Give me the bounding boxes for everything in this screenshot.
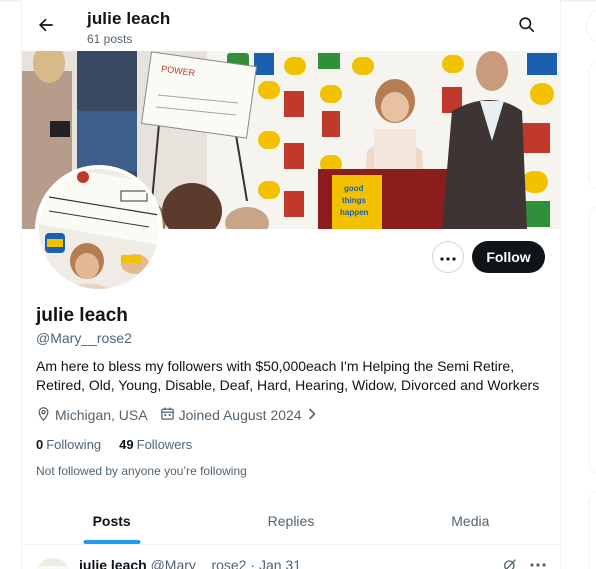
sidebar-card: [588, 60, 596, 190]
header-display-name: julie leach: [87, 9, 171, 28]
svg-text:good: good: [344, 184, 364, 193]
more-icon[interactable]: [530, 563, 546, 567]
tab-label: Replies: [267, 512, 315, 529]
avatar-photo: [39, 169, 159, 289]
podium: good things happen: [318, 169, 448, 229]
grok-icon[interactable]: [502, 557, 518, 569]
followers-label: Followers: [136, 437, 193, 452]
profile-avatar[interactable]: [35, 165, 163, 293]
back-button[interactable]: [32, 13, 60, 41]
post-date[interactable]: Jan 31: [259, 557, 301, 569]
sidebar-card: [588, 490, 596, 569]
follow-stats: 0 Following 49 Followers: [36, 437, 210, 452]
location-pin-icon: [36, 406, 55, 425]
tab-replies[interactable]: Replies: [201, 497, 380, 544]
profile-bio: Am here to bless my followers with $50,0…: [36, 358, 540, 393]
followers-count: 49: [119, 437, 134, 452]
active-tab-indicator: [83, 540, 141, 544]
post-actions: [490, 557, 546, 569]
post-separator: ·: [246, 557, 259, 569]
profile-handle: @Mary__rose2: [36, 330, 132, 346]
profile-tabs: Posts Replies Media: [22, 497, 560, 545]
more-options-button[interactable]: [432, 241, 464, 273]
location-text: Michigan, USA: [55, 407, 148, 423]
tab-media[interactable]: Media: [381, 497, 560, 544]
calendar-icon: [160, 406, 179, 424]
profile-location: Michigan, USA: [36, 406, 148, 425]
sidebar-search-box[interactable]: [586, 8, 596, 44]
post-item[interactable]: julie leach @Mary__rose2 · Jan 31: [22, 546, 560, 569]
followers-link[interactable]: 49 Followers: [119, 437, 192, 452]
profile-joined[interactable]: Joined August 2024: [160, 406, 320, 424]
following-label: Following: [46, 437, 102, 452]
profile-display-name: julie leach: [36, 305, 128, 326]
following-count: 0: [36, 437, 44, 452]
post-author-name[interactable]: julie leach: [79, 557, 147, 569]
chevron-right-icon: [308, 407, 320, 423]
tab-label: Posts: [92, 512, 131, 529]
post-author-handle[interactable]: @Mary__rose2: [151, 557, 247, 569]
svg-text:happen: happen: [340, 208, 369, 217]
profile-meta: Michigan, USA Joined August 2024: [36, 405, 332, 425]
tab-posts[interactable]: Posts: [22, 497, 201, 544]
more-icon: [440, 248, 456, 266]
follow-button[interactable]: Follow: [472, 241, 545, 273]
svg-text:things: things: [342, 196, 367, 205]
sidebar-card: [588, 205, 596, 475]
post-header: julie leach @Mary__rose2 · Jan 31: [79, 557, 301, 569]
followed-by-note: Not followed by anyone you’re following: [36, 464, 247, 478]
arrow-left-icon: [36, 15, 56, 40]
search-icon: [517, 15, 536, 39]
post-avatar[interactable]: [36, 558, 70, 569]
following-link[interactable]: 0 Following: [36, 437, 101, 452]
search-button[interactable]: [512, 13, 540, 41]
profile-header: julie leach 61 posts: [22, 3, 560, 51]
tab-label: Media: [451, 512, 490, 529]
joined-text: Joined August 2024: [178, 407, 302, 423]
header-post-count: 61 posts: [87, 32, 133, 46]
profile-page: julie leach 61 posts POWER good things h…: [0, 0, 596, 569]
